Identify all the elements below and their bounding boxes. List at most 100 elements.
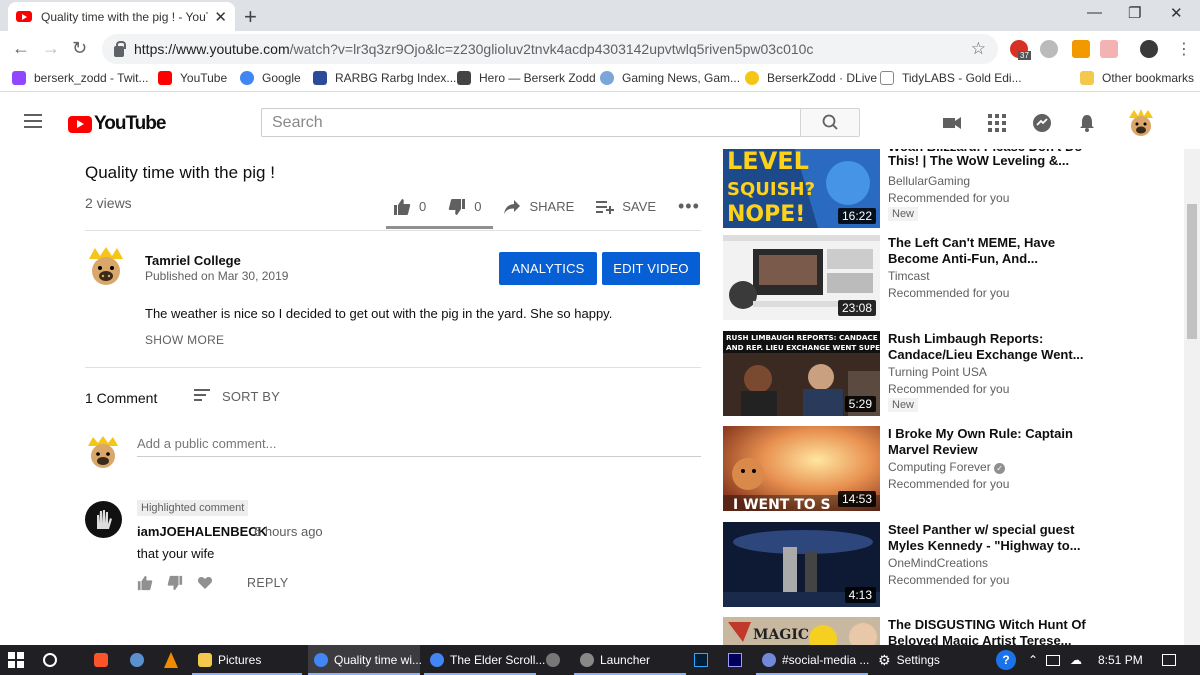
notifications-bell-icon[interactable] bbox=[1077, 113, 1097, 133]
analytics-button[interactable]: ANALYTICS bbox=[499, 252, 597, 285]
video-channel[interactable]: Turning Point USA bbox=[888, 365, 987, 379]
restore-icon[interactable]: ❐ bbox=[1128, 4, 1141, 22]
cloud-extension-icon[interactable] bbox=[1040, 40, 1058, 58]
video-thumbnail[interactable]: I WENT TO S 14:53 bbox=[723, 426, 880, 511]
browser-menu-icon[interactable]: ⋮ bbox=[1176, 39, 1192, 59]
video-title[interactable]: Steel Panther w/ special guest Myles Ken… bbox=[888, 522, 1088, 554]
bookmark-item[interactable]: TidyLABS - Gold Edi... bbox=[880, 71, 1022, 85]
taskbar-item-settings[interactable]: ⚙ Settings bbox=[872, 645, 984, 675]
heart-icon[interactable] bbox=[197, 575, 213, 591]
url-path: /watch?v=lr3q3zr9Ojo&lc=z230glioluv2tnvk… bbox=[289, 41, 814, 57]
browser-tab-active[interactable]: Quality time with the pig ! - YouT ✕ bbox=[8, 2, 235, 31]
reply-button[interactable]: REPLY bbox=[247, 576, 289, 590]
bookmark-item[interactable]: YouTube bbox=[158, 71, 227, 85]
messages-icon[interactable] bbox=[1032, 113, 1052, 133]
help-icon[interactable]: ? bbox=[996, 645, 1016, 675]
save-button[interactable]: SAVE bbox=[596, 199, 656, 215]
app-icon[interactable] bbox=[546, 645, 560, 675]
vlc-icon[interactable] bbox=[164, 645, 178, 675]
taskbar-item-chrome-youtube[interactable]: Quality time wi... bbox=[308, 645, 422, 675]
search-button[interactable] bbox=[800, 108, 860, 137]
comment-dislike-icon[interactable] bbox=[167, 575, 183, 591]
network-icon[interactable] bbox=[1046, 645, 1060, 675]
taskbar-label: Launcher bbox=[600, 653, 651, 667]
channel-avatar[interactable] bbox=[85, 245, 127, 287]
video-thumbnail[interactable]: 23:08 bbox=[723, 235, 880, 320]
sort-by-button[interactable]: SORT BY bbox=[194, 389, 280, 404]
other-bookmarks[interactable]: Other bookmarks bbox=[1080, 71, 1194, 85]
video-channel[interactable]: BellularGaming bbox=[888, 174, 970, 188]
recommended-video[interactable]: RUSH LIMBAUGH REPORTS: CANDACE OWENSAND … bbox=[723, 331, 1163, 416]
picture-extension-icon[interactable] bbox=[1100, 40, 1118, 58]
bookmark-item[interactable]: Hero — Berserk Zodd bbox=[457, 71, 596, 85]
cloud-icon[interactable]: ☁ bbox=[1070, 645, 1082, 675]
recommended-video[interactable]: 4:13 Steel Panther w/ special guest Myle… bbox=[723, 522, 1163, 607]
video-thumbnail[interactable]: MAGIC bbox=[723, 617, 880, 645]
video-thumbnail[interactable]: LEVEL SQUISH? NOPE! 16:22 bbox=[723, 143, 880, 228]
brave-icon[interactable] bbox=[94, 645, 108, 675]
recommended-video[interactable]: I WENT TO S 14:53 I Broke My Own Rule: C… bbox=[723, 426, 1163, 511]
clock[interactable]: 8:51 PM bbox=[1098, 645, 1143, 675]
video-title[interactable]: This! | The WoW Leveling &... bbox=[888, 153, 1088, 169]
comment-author[interactable]: iamJOEHALENBECK bbox=[137, 524, 267, 539]
address-bar[interactable]: https://www.youtube.com/watch?v=lr3q3zr9… bbox=[102, 34, 998, 64]
edit-video-button[interactable]: EDIT VIDEO bbox=[602, 252, 700, 285]
app-icon[interactable] bbox=[130, 645, 144, 675]
plane-extension-icon[interactable] bbox=[1072, 40, 1090, 58]
video-channel[interactable]: Timcast bbox=[888, 269, 930, 283]
bookmark-star-icon[interactable]: ☆ bbox=[971, 39, 986, 59]
taskbar-item-chrome-elder-scrolls[interactable]: The Elder Scroll... bbox=[424, 645, 545, 675]
notification-center-icon[interactable] bbox=[1162, 645, 1176, 675]
window-close-icon[interactable]: ✕ bbox=[1170, 4, 1183, 22]
cortana-icon[interactable] bbox=[42, 645, 58, 675]
recommended-video[interactable]: LEVELSQUISH?NOPE! 16:22 Woah Blizzard, P… bbox=[723, 139, 1163, 228]
new-tab-icon[interactable]: + bbox=[244, 4, 257, 30]
reload-icon[interactable]: ↻ bbox=[72, 38, 87, 59]
video-thumbnail[interactable]: RUSH LIMBAUGH REPORTS: CANDACE OWENSAND … bbox=[723, 331, 880, 416]
video-title[interactable]: I Broke My Own Rule: Captain Marvel Revi… bbox=[888, 426, 1088, 458]
comment-time[interactable]: 6 hours ago bbox=[254, 524, 323, 539]
create-video-icon[interactable] bbox=[942, 113, 962, 133]
photoshop-icon[interactable] bbox=[694, 645, 708, 675]
bookmark-item[interactable]: berserk_zodd - Twit... bbox=[12, 71, 149, 85]
minimize-icon[interactable]: — bbox=[1087, 4, 1102, 21]
youtube-logo[interactable]: YouTube bbox=[68, 113, 166, 135]
apps-grid-icon[interactable] bbox=[987, 113, 1007, 133]
back-arrow-icon[interactable]: ← bbox=[12, 38, 30, 59]
taskbar-item-launcher[interactable]: Launcher bbox=[574, 645, 686, 675]
recommended-video[interactable]: MAGIC The DISGUSTING Witch Hunt Of Belov… bbox=[723, 617, 1163, 645]
tab-close-icon[interactable]: ✕ bbox=[214, 8, 227, 26]
recommended-video[interactable]: 23:08 The Left Can't MEME, Have Become A… bbox=[723, 235, 1163, 320]
video-thumbnail[interactable]: 4:13 bbox=[723, 522, 880, 607]
video-title[interactable]: The DISGUSTING Witch Hunt Of Beloved Mag… bbox=[888, 617, 1088, 645]
like-button[interactable]: 0 bbox=[393, 198, 426, 216]
after-effects-icon[interactable] bbox=[728, 645, 742, 675]
video-title[interactable]: The Left Can't MEME, Have Become Anti-Fu… bbox=[888, 235, 1088, 267]
hamburger-menu-icon[interactable] bbox=[24, 114, 42, 128]
windows-start-icon[interactable] bbox=[8, 645, 24, 675]
add-comment-input[interactable]: Add a public comment... bbox=[137, 436, 276, 451]
profile-avatar-icon[interactable] bbox=[1140, 40, 1158, 58]
taskbar-item-pictures[interactable]: Pictures bbox=[192, 645, 302, 675]
bookmark-item[interactable]: BerserkZodd · DLive bbox=[745, 71, 877, 85]
page-scrollbar[interactable] bbox=[1184, 149, 1200, 645]
tray-expand-icon[interactable]: ⌃ bbox=[1028, 645, 1038, 675]
show-more-button[interactable]: SHOW MORE bbox=[145, 333, 224, 347]
dislike-button[interactable]: 0 bbox=[448, 198, 481, 216]
video-channel[interactable]: OneMindCreations bbox=[888, 556, 988, 570]
taskbar-item-discord[interactable]: #social-media ... bbox=[756, 645, 869, 675]
search-input[interactable]: Search bbox=[261, 108, 801, 137]
video-title[interactable]: Rush Limbaugh Reports: Candace/Lieu Exch… bbox=[888, 331, 1088, 363]
more-actions-icon[interactable]: ••• bbox=[678, 196, 700, 217]
bookmark-item[interactable]: RARBG Rarbg Index... bbox=[313, 71, 456, 85]
channel-name[interactable]: Tamriel College bbox=[145, 253, 241, 268]
comment-like-icon[interactable] bbox=[137, 575, 153, 591]
account-avatar[interactable] bbox=[1126, 108, 1156, 138]
bookmark-item[interactable]: Google bbox=[240, 71, 301, 85]
forward-arrow-icon[interactable]: → bbox=[42, 38, 60, 59]
commenter-avatar[interactable] bbox=[85, 501, 122, 538]
video-channel[interactable]: Computing Forever ✓ bbox=[888, 460, 1006, 474]
share-button[interactable]: SHARE bbox=[503, 199, 574, 215]
bookmark-item[interactable]: Gaming News, Gam... bbox=[600, 71, 740, 85]
scrollbar-thumb[interactable] bbox=[1187, 204, 1197, 339]
